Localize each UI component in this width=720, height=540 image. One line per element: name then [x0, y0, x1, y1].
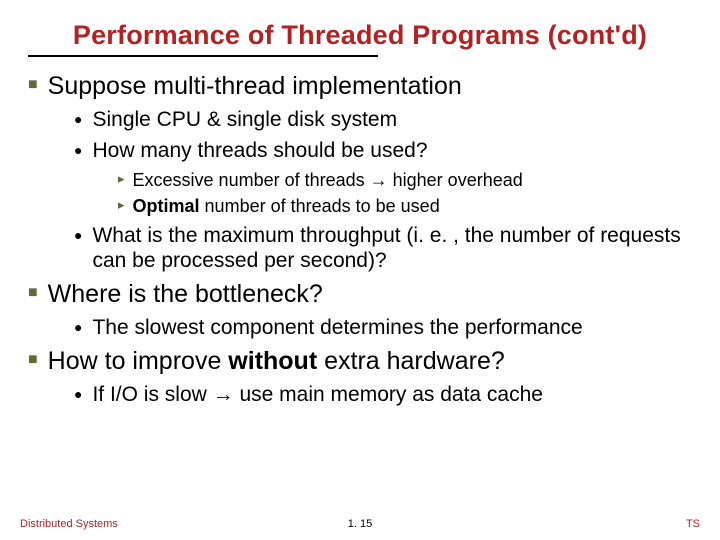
bullet-level1: ■ Suppose multi-thread implementation [28, 71, 700, 101]
bullet-level1: ■ Where is the bottleneck? [28, 279, 700, 309]
square-bullet-icon: ■ [28, 279, 38, 307]
bullet-text: If I/O is slow → use main memory as data… [92, 382, 543, 407]
bullet-text: Optimal number of threads to be used [133, 195, 440, 217]
bullet-level2: ● If I/O is slow → use main memory as da… [74, 382, 700, 407]
disc-bullet-icon: ● [74, 315, 82, 339]
bullet-level2: ● How many threads should be used? [74, 138, 700, 163]
footer-center: 1. 15 [247, 518, 474, 530]
footer: Distributed Systems 1. 15 TS [20, 518, 700, 530]
text-pre: How to improve [48, 347, 229, 375]
bold-text: without [228, 347, 317, 375]
square-bullet-icon: ■ [28, 71, 38, 99]
bold-text: Optimal [133, 196, 200, 216]
bullet-text: Where is the bottleneck? [48, 279, 323, 309]
arrow-bullet-icon: ▸ [118, 195, 125, 215]
square-bullet-icon: ■ [28, 346, 38, 374]
bullet-level2: ● Single CPU & single disk system [74, 107, 700, 132]
bullet-text: How to improve without extra hardware? [48, 346, 505, 376]
bullet-text: How many threads should be used? [92, 138, 427, 163]
bullet-text: The slowest component determines the per… [92, 315, 582, 340]
disc-bullet-icon: ● [74, 138, 82, 162]
text-tail: number of threads to be used [200, 196, 440, 216]
slide-title: Performance of Threaded Programs (cont'd… [20, 20, 700, 51]
title-underline [28, 55, 378, 57]
bullet-level3: ▸ Excessive number of threads → higher o… [118, 169, 700, 191]
bullet-text: Single CPU & single disk system [92, 107, 397, 132]
bullet-text: Suppose multi-thread implementation [48, 71, 462, 101]
footer-left: Distributed Systems [20, 518, 247, 530]
arrow-bullet-icon: ▸ [118, 169, 125, 189]
disc-bullet-icon: ● [74, 107, 82, 131]
disc-bullet-icon: ● [74, 223, 82, 247]
slide-content: ■ Suppose multi-thread implementation ● … [20, 71, 700, 407]
bullet-text: What is the maximum throughput (i. e. , … [92, 223, 700, 273]
disc-bullet-icon: ● [74, 382, 82, 406]
slide: Performance of Threaded Programs (cont'd… [0, 0, 720, 540]
bullet-level1: ■ How to improve without extra hardware? [28, 346, 700, 376]
text-tail: extra hardware? [317, 347, 505, 375]
bullet-level3: ▸ Optimal number of threads to be used [118, 195, 700, 217]
footer-right: TS [473, 518, 700, 530]
bullet-level2: ● What is the maximum throughput (i. e. … [74, 223, 700, 273]
bullet-text: Excessive number of threads → higher ove… [133, 169, 523, 191]
bullet-level2: ● The slowest component determines the p… [74, 315, 700, 340]
